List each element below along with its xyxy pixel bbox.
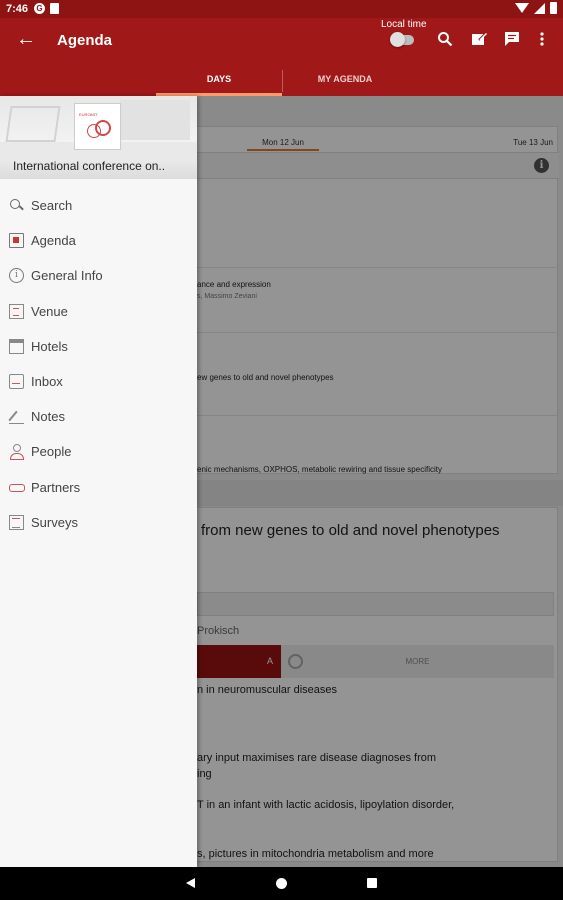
- nav-home-icon[interactable]: [276, 878, 287, 889]
- nav-back-icon[interactable]: [186, 878, 195, 888]
- notes-icon: [9, 409, 24, 425]
- menu-item-label: Partners: [31, 479, 81, 495]
- nav-recents-icon[interactable]: [367, 878, 377, 888]
- page-title: Agenda: [57, 32, 113, 49]
- hdr-shape1: [5, 106, 61, 142]
- sim-icon: [50, 3, 59, 14]
- menu-item-label: Surveys: [31, 514, 78, 530]
- search-icon[interactable]: [437, 31, 453, 47]
- menu-item-label: Agenda: [31, 233, 76, 249]
- venue-icon: [9, 303, 24, 319]
- menu-item-label: Inbox: [31, 373, 63, 389]
- toggle-knob: [390, 32, 405, 47]
- menu-item-surveys[interactable]: Surveys: [0, 505, 197, 540]
- logo-t: EUROMIT: [79, 112, 98, 117]
- menu-item-label: Notes: [31, 409, 65, 425]
- menu-item-venue[interactable]: Venue: [0, 294, 197, 329]
- menu-item-notes[interactable]: Notes: [0, 399, 197, 434]
- hotels-icon: [9, 338, 24, 354]
- battery-icon: [550, 2, 557, 14]
- partners-icon: [9, 480, 25, 495]
- chat-icon[interactable]: [504, 31, 520, 47]
- menu-item-partners[interactable]: Partners: [0, 470, 197, 505]
- status-system-icons: [515, 2, 557, 14]
- tab-my-agenda[interactable]: MY AGENDA: [282, 68, 408, 96]
- app-bar: ← Agenda Local time DAYS MY AGENDA: [0, 18, 563, 96]
- people-icon: [9, 444, 24, 461]
- wifi-icon: [515, 3, 529, 13]
- menu-item-label: General Info: [31, 268, 103, 284]
- system-navigation-bar: [0, 867, 563, 900]
- menu-item-hotels[interactable]: Hotels: [0, 329, 197, 364]
- status-bar: 7:46 G: [0, 0, 563, 18]
- menu-item-agenda[interactable]: Agenda: [0, 223, 197, 258]
- search-icon: [9, 198, 24, 213]
- menu-item-label: Venue: [31, 303, 68, 319]
- drawer-menu: Search Agenda i General Info Venue Hotel…: [0, 188, 197, 540]
- status-time: 7:46: [6, 3, 29, 15]
- tab-days[interactable]: DAYS: [156, 68, 282, 96]
- logo-c2: [87, 124, 101, 138]
- navigation-drawer: EUROMIT International conference on.. Se…: [0, 96, 197, 867]
- local-time-label: Local time: [381, 19, 427, 30]
- menu-item-inbox[interactable]: Inbox: [0, 364, 197, 399]
- menu-item-label: Hotels: [31, 338, 68, 354]
- conference-name: International conference on..: [13, 159, 166, 173]
- agenda-icon: [9, 233, 24, 249]
- menu-item-search[interactable]: Search: [0, 188, 197, 223]
- sync-icon: G: [34, 3, 45, 14]
- more-vert-icon[interactable]: [534, 31, 550, 47]
- menu-item-label: Search: [31, 198, 73, 213]
- drawer-header: EUROMIT International conference on..: [0, 96, 197, 179]
- info-icon: i: [9, 268, 24, 284]
- menu-item-general-info[interactable]: i General Info: [0, 258, 197, 293]
- tab-bar: DAYS MY AGENDA: [0, 68, 563, 96]
- surveys-icon: [9, 514, 24, 530]
- local-time-toggle[interactable]: [390, 32, 414, 47]
- conference-logo: EUROMIT: [74, 103, 121, 150]
- signal-icon: [534, 2, 545, 14]
- inbox-icon: [9, 373, 24, 389]
- hdr-shape2: [120, 100, 190, 140]
- menu-item-people[interactable]: People: [0, 434, 197, 469]
- edit-note-icon[interactable]: [471, 31, 488, 47]
- status-notification-icons: G: [34, 3, 59, 14]
- menu-item-label: People: [31, 444, 72, 460]
- arrow-left-icon[interactable]: ←: [16, 28, 36, 51]
